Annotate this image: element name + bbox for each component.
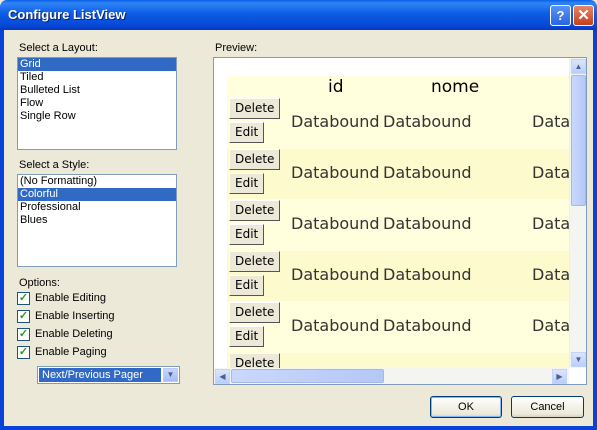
row-cell: Databound: [383, 214, 472, 233]
column-header-id: id: [328, 77, 344, 97]
preview-row: Delete: [227, 353, 570, 368]
style-label: Select a Style:: [19, 159, 90, 171]
row-cell: Databound: [383, 265, 472, 284]
layout-item-grid[interactable]: Grid: [18, 58, 176, 71]
enable-inserting-checkbox[interactable]: ✓: [17, 310, 30, 323]
row-cell: Databound: [383, 316, 472, 335]
style-item-colorful[interactable]: Colorful: [18, 188, 176, 201]
row-cell: Data: [532, 214, 570, 233]
pager-dropdown[interactable]: Next/Previous Pager ▼: [37, 366, 180, 384]
layout-item-bulleted-list[interactable]: Bulleted List: [18, 84, 176, 97]
row-cell: Databound: [291, 316, 380, 335]
delete-button[interactable]: Delete: [229, 200, 281, 221]
delete-button[interactable]: Delete: [229, 98, 281, 119]
preview-row: Delete Edit Databound Databound Data: [227, 251, 570, 301]
pager-dropdown-value: Next/Previous Pager: [39, 368, 161, 382]
edit-button[interactable]: Edit: [229, 275, 265, 296]
delete-button[interactable]: Delete: [229, 302, 281, 323]
edit-button[interactable]: Edit: [229, 173, 265, 194]
horizontal-scrollbar[interactable]: ◀ ▶: [214, 368, 569, 384]
preview-row: Delete Edit Databound Databound Data: [227, 149, 570, 199]
scroll-right-icon[interactable]: ▶: [552, 369, 567, 384]
preview-row: Delete Edit Databound Databound Data: [227, 200, 570, 250]
delete-button[interactable]: Delete: [229, 251, 281, 272]
preview-row: Delete Edit Databound Databound Data: [227, 98, 570, 148]
style-item-no-formatting[interactable]: (No Formatting): [18, 175, 176, 188]
cancel-button[interactable]: Cancel: [511, 396, 584, 418]
vertical-scrollbar[interactable]: ▲ ▼: [569, 58, 586, 368]
window-frame-bottom: [0, 426, 597, 430]
chevron-down-icon[interactable]: ▼: [163, 368, 178, 382]
options-label: Options:: [19, 277, 60, 289]
delete-button[interactable]: Delete: [229, 353, 281, 368]
row-cell: Databound: [383, 112, 472, 131]
close-button[interactable]: ✕: [573, 5, 594, 26]
preview-label: Preview:: [215, 42, 258, 54]
preview-row: Delete Edit Databound Databound Data: [227, 302, 570, 352]
style-listbox[interactable]: (No Formatting) Colorful Professional Bl…: [17, 174, 177, 267]
layout-item-flow[interactable]: Flow: [18, 97, 176, 110]
row-cell: Databound: [291, 265, 380, 284]
scroll-up-icon[interactable]: ▲: [571, 59, 586, 74]
listview-preview: id nome Delete Edit Databound Databound …: [227, 76, 570, 368]
title-bar: Configure ListView ? ✕: [0, 0, 597, 30]
row-cell: Databound: [291, 163, 380, 182]
scroll-down-icon[interactable]: ▼: [571, 352, 586, 367]
style-item-professional[interactable]: Professional: [18, 201, 176, 214]
row-cell: Data: [532, 112, 570, 131]
window-frame-right: [593, 30, 597, 430]
window-title: Configure ListView: [8, 7, 126, 22]
edit-button[interactable]: Edit: [229, 122, 265, 143]
layout-item-tiled[interactable]: Tiled: [18, 71, 176, 84]
row-cell: Databound: [291, 214, 380, 233]
layout-listbox[interactable]: Grid Tiled Bulleted List Flow Single Row: [17, 57, 177, 150]
row-cell: Data: [532, 163, 570, 182]
preview-pane: id nome Delete Edit Databound Databound …: [213, 57, 587, 385]
column-header-nome: nome: [431, 77, 480, 97]
enable-editing-checkbox[interactable]: ✓: [17, 292, 30, 305]
enable-deleting-label: Enable Deleting: [35, 328, 113, 340]
enable-paging-checkbox[interactable]: ✓: [17, 346, 30, 359]
row-cell: Databound: [383, 163, 472, 182]
layout-label: Select a Layout:: [19, 42, 98, 54]
scroll-left-icon[interactable]: ◀: [215, 369, 230, 384]
ok-button[interactable]: OK: [430, 396, 502, 418]
edit-button[interactable]: Edit: [229, 224, 265, 245]
enable-deleting-checkbox[interactable]: ✓: [17, 328, 30, 341]
row-cell: Data: [532, 265, 570, 284]
vertical-scroll-thumb[interactable]: [571, 75, 586, 206]
delete-button[interactable]: Delete: [229, 149, 281, 170]
enable-inserting-label: Enable Inserting: [35, 310, 115, 322]
enable-paging-label: Enable Paging: [35, 346, 107, 358]
layout-item-single-row[interactable]: Single Row: [18, 110, 176, 123]
help-button[interactable]: ?: [550, 5, 571, 26]
style-item-blues[interactable]: Blues: [18, 214, 176, 227]
row-cell: Databound: [291, 112, 380, 131]
edit-button[interactable]: Edit: [229, 326, 265, 347]
horizontal-scroll-thumb[interactable]: [231, 369, 384, 383]
enable-editing-label: Enable Editing: [35, 292, 106, 304]
row-cell: Data: [532, 316, 570, 335]
